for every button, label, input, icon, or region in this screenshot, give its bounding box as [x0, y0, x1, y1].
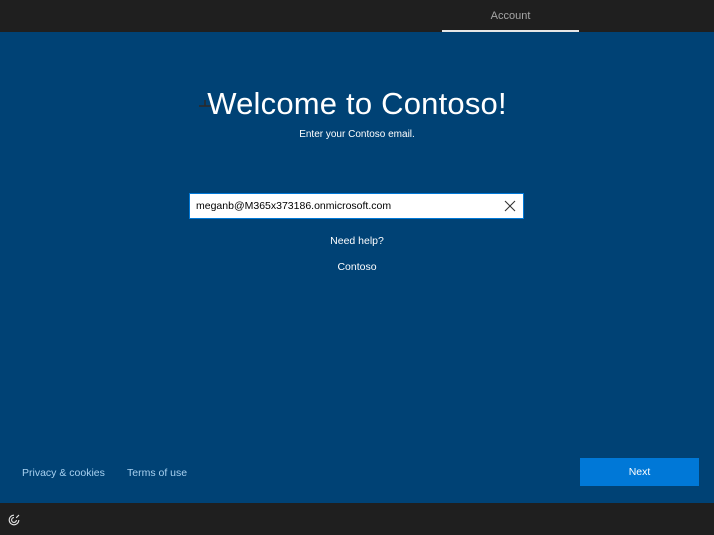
ease-of-access-icon[interactable]: [8, 514, 20, 526]
email-field-container[interactable]: [189, 193, 524, 219]
terms-of-use-link[interactable]: Terms of use: [127, 467, 187, 479]
next-button[interactable]: Next: [580, 458, 699, 486]
main-panel: Welcome to Contoso! Enter your Contoso e…: [0, 32, 714, 503]
privacy-cookies-link[interactable]: Privacy & cookies: [22, 467, 105, 479]
need-help-row: Need help?: [0, 235, 714, 247]
need-help-link[interactable]: Need help?: [330, 235, 384, 247]
close-icon[interactable]: [503, 199, 517, 213]
title-row: Welcome to Contoso!: [0, 86, 714, 122]
org-link[interactable]: Contoso: [337, 261, 376, 273]
page-title: Welcome to Contoso!: [207, 86, 507, 121]
email-field[interactable]: [196, 194, 496, 218]
tab-account[interactable]: Account: [442, 0, 579, 32]
top-bar: Account: [0, 0, 714, 32]
bottom-bar: [0, 503, 714, 535]
page-subtitle: Enter your Contoso email.: [299, 129, 415, 140]
org-link-row: Contoso: [0, 261, 714, 273]
